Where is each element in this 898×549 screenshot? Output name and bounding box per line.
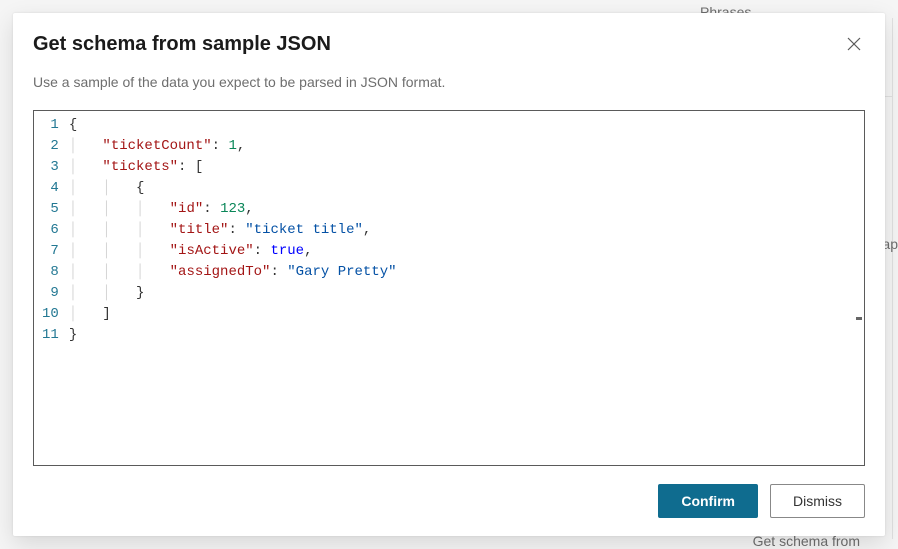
close-button[interactable] <box>843 33 865 55</box>
modal-dialog: Get schema from sample JSON Use a sample… <box>13 13 885 536</box>
modal-title: Get schema from sample JSON <box>33 33 331 56</box>
modal-footer: Confirm Dismiss <box>33 484 865 518</box>
code-content[interactable]: { │ "ticketCount": 1, │ "tickets": [ │ │… <box>69 111 864 465</box>
close-icon <box>847 37 861 51</box>
modal-header: Get schema from sample JSON <box>33 33 865 56</box>
scroll-indicator <box>856 317 862 320</box>
confirm-button[interactable]: Confirm <box>658 484 758 518</box>
modal-subtitle: Use a sample of the data you expect to b… <box>33 74 865 90</box>
line-number-gutter: 1 2 3 4 5 6 7 8 9 10 11 <box>34 111 69 465</box>
dismiss-button[interactable]: Dismiss <box>770 484 865 518</box>
json-editor[interactable]: 1 2 3 4 5 6 7 8 9 10 11 { │ "ticketCount… <box>33 110 865 466</box>
